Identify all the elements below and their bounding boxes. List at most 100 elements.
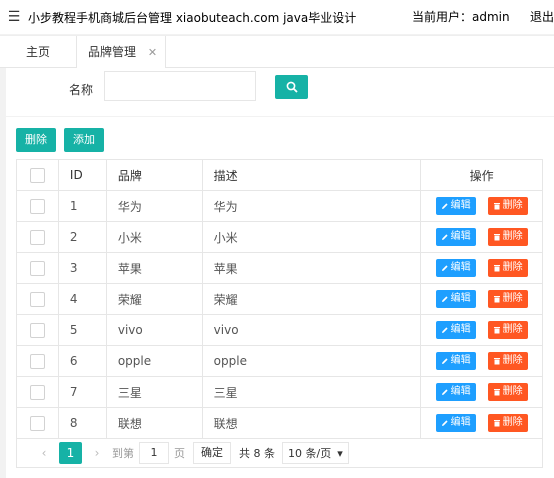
select-all-checkbox[interactable] — [29, 167, 45, 183]
table-row: 5 vivo vivo 编辑 删除 — [17, 315, 543, 346]
cell-desc: 联想 — [203, 408, 422, 438]
delete-label: 删除 — [502, 200, 523, 211]
delete-button[interactable]: 删除 — [487, 259, 528, 277]
table-row: 3 苹果 苹果 编辑 删除 — [17, 253, 543, 284]
edit-icon — [441, 296, 448, 302]
delete-button[interactable]: 删除 — [487, 414, 528, 432]
edit-button[interactable]: 编辑 — [435, 197, 476, 215]
cell-ops: 编辑 删除 — [421, 315, 543, 345]
edit-label: 编辑 — [450, 200, 471, 211]
cell-ops: 编辑 删除 — [421, 191, 543, 221]
divider — [6, 116, 554, 117]
total-count: 共 8 条 — [239, 447, 275, 460]
edit-button[interactable]: 编辑 — [435, 290, 476, 308]
cell-desc: vivo — [203, 315, 422, 345]
tab-bar: 主页 品牌管理 ✕ — [0, 35, 554, 69]
cell-id: 6 — [59, 346, 107, 376]
delete-label: 删除 — [502, 231, 523, 242]
trash-icon — [493, 265, 500, 272]
tab-home[interactable]: 主页 — [26, 36, 50, 68]
add-button[interactable]: 添加 — [64, 128, 104, 152]
row-checkbox[interactable] — [29, 353, 45, 369]
close-icon[interactable]: ✕ — [148, 46, 157, 59]
delete-button[interactable]: 删除 — [487, 197, 528, 215]
cell-id: 3 — [59, 253, 107, 283]
cell-id: 2 — [59, 222, 107, 252]
edit-button[interactable]: 编辑 — [435, 228, 476, 246]
delete-button[interactable]: 删除 — [487, 228, 528, 246]
edit-button[interactable]: 编辑 — [435, 259, 476, 277]
tab-home-label: 主页 — [26, 45, 51, 59]
table-row: 2 小米 小米 编辑 删除 — [17, 222, 543, 253]
row-checkbox[interactable] — [29, 260, 45, 276]
cell-ops: 编辑 删除 — [421, 222, 543, 252]
cell-desc: 华为 — [203, 191, 422, 221]
trash-icon — [493, 327, 500, 334]
pagination: ‹ 1 › 到第 1 页 确定 共 8 条 10 条/页 ▾ — [16, 439, 543, 468]
cell-id: 8 — [59, 408, 107, 438]
cell-desc: 苹果 — [203, 253, 422, 283]
table-row: 4 荣耀 荣耀 编辑 删除 — [17, 284, 543, 315]
cell-ops: 编辑 删除 — [421, 253, 543, 283]
delete-button[interactable]: 删除 — [487, 383, 528, 401]
edit-button[interactable]: 编辑 — [435, 352, 476, 370]
main-content: 名称 删除 添加 ID 品牌 描述 操作 1 华为 华为 编辑 删除 2 小米 小米 编辑 删除 3… — [6, 68, 554, 478]
cell-desc: opple — [203, 346, 422, 376]
column-header-ops: 操作 — [421, 160, 543, 190]
edit-button[interactable]: 编辑 — [435, 383, 476, 401]
menu-toggle-icon[interactable]: ☰ — [0, 9, 28, 25]
delete-label: 删除 — [502, 386, 523, 397]
row-checkbox[interactable] — [29, 291, 45, 307]
trash-icon — [493, 389, 500, 396]
search-button[interactable] — [275, 75, 308, 99]
edit-button[interactable]: 编辑 — [435, 414, 476, 432]
edit-label: 编辑 — [450, 417, 471, 428]
cell-ops: 编辑 删除 — [421, 377, 543, 407]
page-size-select[interactable]: 10 条/页 ▾ — [282, 442, 349, 464]
trash-icon — [493, 296, 500, 303]
edit-icon — [441, 389, 448, 395]
delete-button[interactable]: 删除 — [487, 290, 528, 308]
trash-icon — [493, 234, 500, 241]
row-checkbox[interactable] — [29, 229, 45, 245]
edit-label: 编辑 — [450, 231, 471, 242]
cell-desc: 小米 — [203, 222, 422, 252]
next-page-button[interactable]: › — [87, 446, 107, 460]
search-input[interactable] — [104, 71, 256, 101]
edit-label: 编辑 — [450, 355, 471, 366]
edit-button[interactable]: 编辑 — [435, 321, 476, 339]
cell-brand: 三星 — [107, 377, 203, 407]
cell-brand: 荣耀 — [107, 284, 203, 314]
trash-icon — [493, 203, 500, 210]
edit-label: 编辑 — [450, 324, 471, 335]
edit-icon — [441, 203, 448, 209]
tab-brand-management[interactable]: 品牌管理 ✕ — [76, 36, 166, 69]
search-icon — [286, 81, 298, 93]
batch-delete-button[interactable]: 删除 — [16, 128, 56, 152]
row-checkbox[interactable] — [29, 415, 45, 431]
row-checkbox[interactable] — [29, 198, 45, 214]
cell-desc: 三星 — [203, 377, 422, 407]
row-checkbox[interactable] — [29, 384, 45, 400]
column-header-brand: 品牌 — [107, 160, 203, 190]
search-label: 名称 — [69, 83, 94, 97]
goto-confirm-button[interactable]: 确定 — [193, 442, 231, 464]
cell-brand: 小米 — [107, 222, 203, 252]
current-page[interactable]: 1 — [59, 442, 82, 464]
logout-link[interactable]: 退出 — [530, 0, 554, 34]
row-checkbox[interactable] — [29, 322, 45, 338]
delete-button[interactable]: 删除 — [487, 352, 528, 370]
edit-icon — [441, 358, 448, 364]
goto-page-input[interactable]: 1 — [139, 442, 169, 464]
tab-brand-label: 品牌管理 — [88, 45, 137, 59]
cell-ops: 编辑 删除 — [421, 346, 543, 376]
delete-button[interactable]: 删除 — [487, 321, 528, 339]
prev-page-button[interactable]: ‹ — [34, 446, 54, 460]
current-user: 当前用户：admin — [412, 10, 510, 24]
table-body: 1 华为 华为 编辑 删除 2 小米 小米 编辑 删除 3 苹果 苹果 编辑 删除 4 荣耀 荣耀 编辑 删除 5 viv… — [17, 191, 543, 439]
trash-icon — [493, 358, 500, 365]
edit-label: 编辑 — [450, 293, 471, 304]
cell-ops: 编辑 删除 — [421, 408, 543, 438]
delete-label: 删除 — [502, 417, 523, 428]
edit-icon — [441, 265, 448, 271]
